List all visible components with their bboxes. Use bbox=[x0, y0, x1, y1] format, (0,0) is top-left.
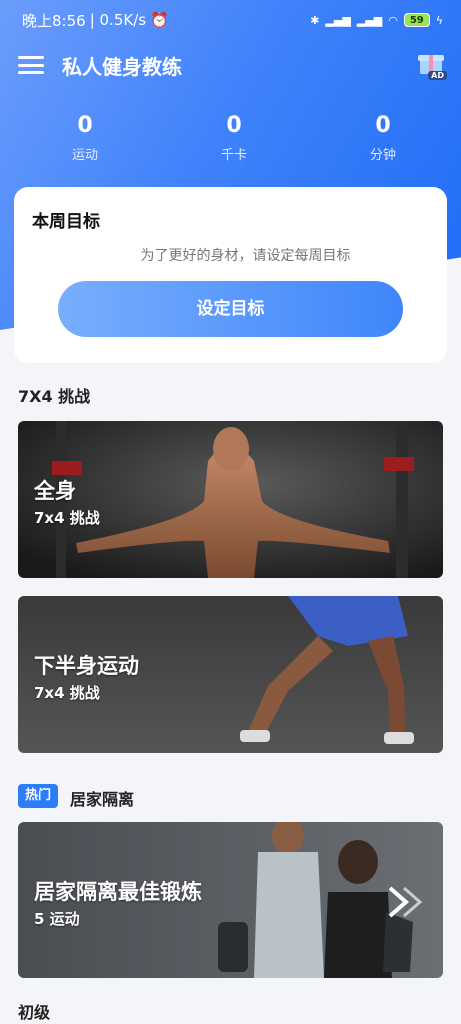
card-subtitle: 7x4 挑战 bbox=[34, 684, 100, 702]
card-title: 下半身运动 bbox=[34, 654, 139, 678]
stat-value: 0 bbox=[77, 113, 93, 138]
challenge-card-lower-body[interactable]: 下半身运动 7x4 挑战 bbox=[18, 596, 443, 753]
signal-icon: ▂▄▆ bbox=[325, 13, 351, 27]
beginner-section-title: 初级 bbox=[18, 1003, 51, 1022]
card-title: 全身 bbox=[34, 479, 76, 503]
stat-label: 千卡 bbox=[220, 148, 247, 163]
card-subtitle: 7x4 挑战 bbox=[34, 509, 100, 527]
status-time: 晚上8:56 bbox=[22, 11, 86, 30]
signal-icon-2: ▂▄▆ bbox=[356, 13, 383, 27]
wifi-icon: ◠ bbox=[388, 13, 398, 27]
alarm-icon: ⏰ bbox=[150, 11, 169, 29]
app-header: 私人健身教练 AD bbox=[0, 46, 461, 84]
app-title: 私人健身教练 bbox=[62, 54, 182, 79]
full-body-image bbox=[18, 421, 443, 578]
stat-value: 0 bbox=[226, 113, 242, 138]
stat-calories: 0 千卡 bbox=[204, 112, 264, 172]
status-bar: 晚上8:56 | 0.5K/s ⏰ ✱ ▂▄▆ ▂▄▆ ◠ 59 ϟ bbox=[0, 0, 461, 40]
menu-icon[interactable] bbox=[18, 54, 44, 76]
charging-icon: ϟ bbox=[435, 13, 443, 27]
hot-badge: 热门 bbox=[18, 784, 59, 808]
weekly-goal-card: 本周目标 为了更好的身材，请设定每周目标 设定目标 bbox=[14, 187, 447, 363]
bluetooth-icon: ✱ bbox=[310, 13, 320, 27]
card-subtitle: 5 运动 bbox=[34, 910, 80, 928]
goal-title: 本周目标 bbox=[32, 212, 100, 232]
stat-label: 运动 bbox=[71, 148, 98, 163]
goal-subtitle: 为了更好的身材，请设定每周目标 bbox=[140, 248, 351, 264]
gift-ad-icon[interactable]: AD bbox=[417, 50, 447, 80]
challenge-section-title: 7X4 挑战 bbox=[18, 387, 91, 406]
stat-exercises: 0 运动 bbox=[55, 112, 115, 172]
battery-icon: 59 bbox=[403, 13, 430, 27]
home-section-title: 居家隔离 bbox=[70, 790, 135, 809]
stat-minutes: 0 分钟 bbox=[353, 112, 413, 172]
card-title: 居家隔离最佳锻炼 bbox=[34, 880, 202, 904]
status-speed: | 0.5K/s bbox=[89, 11, 147, 29]
set-goal-button[interactable]: 设定目标 bbox=[58, 281, 403, 337]
challenge-card-full-body[interactable]: 全身 7x4 挑战 bbox=[18, 421, 443, 578]
ad-label: AD bbox=[428, 71, 447, 80]
stat-value: 0 bbox=[375, 113, 391, 138]
stats-row: 0 运动 0 千卡 0 分钟 bbox=[0, 112, 461, 172]
home-workout-card[interactable]: 居家隔离最佳锻炼 5 运动 bbox=[18, 822, 443, 978]
stat-label: 分钟 bbox=[369, 148, 396, 163]
